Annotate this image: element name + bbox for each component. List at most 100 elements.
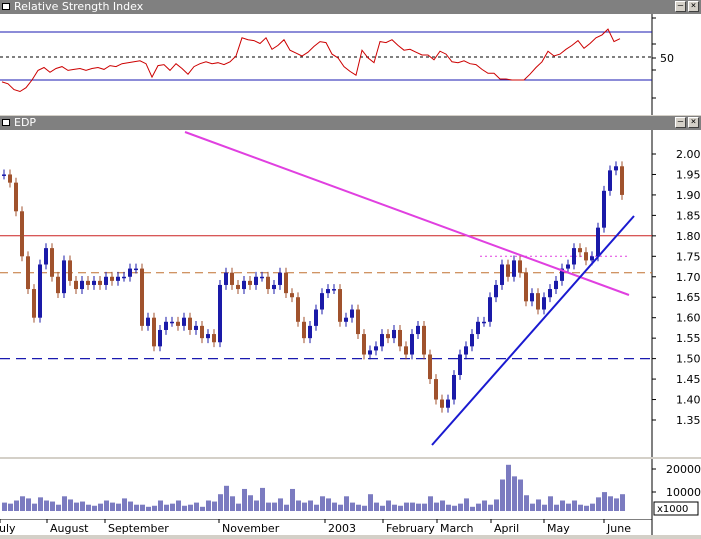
volume-bar <box>188 504 193 511</box>
price-bar <box>368 350 372 355</box>
volume-bar <box>548 496 553 511</box>
volume-bar <box>470 506 475 511</box>
volume-bar <box>86 504 91 511</box>
volume-bar <box>44 500 49 511</box>
price-bar <box>164 321 168 330</box>
price-bar <box>2 174 6 176</box>
price-tick-label: 1.55 <box>676 332 701 345</box>
price-bar <box>578 248 582 253</box>
price-bar <box>218 284 222 343</box>
volume-bar <box>488 504 493 511</box>
price-bar <box>92 280 96 285</box>
volume-bar <box>434 502 439 511</box>
price-tick-label: 1.50 <box>676 353 701 366</box>
price-bar <box>332 289 336 291</box>
close-button[interactable]: × <box>688 117 699 128</box>
volume-bar <box>416 503 421 511</box>
volume-bar <box>176 500 181 511</box>
price-bar <box>44 248 48 265</box>
price-bar <box>176 321 180 326</box>
volume-bar <box>362 505 367 511</box>
price-bar <box>14 182 18 212</box>
price-bar <box>152 317 156 347</box>
volume-bar <box>122 498 127 511</box>
volume-bar <box>128 501 133 511</box>
volume-bar <box>380 505 385 511</box>
price-panel: 2.00 1.95 1.90 1.85 1.80 1.75 1.70 1.65 1.60 1.55… <box>0 130 701 457</box>
volume-bar <box>452 505 457 511</box>
price-tick-label: 1.40 <box>676 394 701 407</box>
price-bar <box>446 399 450 408</box>
price-tick-label: 1.45 <box>676 373 701 386</box>
close-button[interactable]: × <box>688 1 699 12</box>
price-bar <box>236 284 240 290</box>
price-bar <box>386 334 390 339</box>
volume-bar <box>512 476 517 511</box>
price-bar <box>566 264 570 269</box>
price-bar <box>500 264 504 285</box>
price-titlebar: EDP – × <box>0 116 701 130</box>
volume-bar <box>200 506 205 511</box>
volume-bar <box>392 504 397 511</box>
volume-bar <box>26 498 31 511</box>
price-bar <box>122 276 126 279</box>
volume-bar <box>170 503 175 511</box>
volume-bar <box>320 496 325 511</box>
volume-bar <box>356 504 361 511</box>
price-bar <box>80 280 84 290</box>
volume-bar <box>350 502 355 511</box>
volume-bar <box>116 503 121 511</box>
volume-bar <box>398 505 403 511</box>
price-bar <box>344 317 348 322</box>
panel-icon <box>2 3 10 10</box>
price-bar <box>158 329 162 347</box>
price-bar <box>62 260 66 294</box>
volume-bar <box>32 503 37 511</box>
volume-bar <box>56 504 61 511</box>
volume-bar <box>326 498 331 511</box>
price-tick-label: 1.90 <box>676 189 701 202</box>
volume-bar <box>530 503 535 511</box>
volume-bar <box>140 504 145 511</box>
price-bar <box>524 272 528 302</box>
volume-bar <box>518 479 523 511</box>
price-tick-label: 1.35 <box>676 414 701 427</box>
volume-bar <box>602 492 607 511</box>
volume-bar <box>458 503 463 511</box>
volume-bar <box>62 496 67 511</box>
price-tick-label: 1.80 <box>676 230 701 243</box>
rsi-panel: 50 <box>0 14 701 115</box>
price-bar <box>512 260 516 277</box>
x-axis: uly August September November 2003 February Ma… <box>0 518 701 535</box>
volume-bar <box>98 503 103 511</box>
volume-bar <box>614 498 619 511</box>
volume-bar <box>68 499 73 511</box>
volume-bar <box>584 505 589 511</box>
price-bar <box>584 252 588 261</box>
volume-bar <box>296 500 301 511</box>
price-bar <box>68 260 72 281</box>
price-bar <box>146 317 150 326</box>
volume-bar <box>332 502 337 511</box>
price-bar <box>38 264 42 318</box>
volume-bar <box>422 503 427 511</box>
price-bar <box>278 272 282 285</box>
x-tick-label: June <box>606 522 631 535</box>
price-bar <box>434 379 438 400</box>
volume-chart: 20000 10000 x1000 <box>2 459 701 519</box>
price-bar <box>422 325 426 355</box>
minimize-button[interactable]: – <box>675 117 686 128</box>
price-bar <box>596 227 600 257</box>
volume-bar <box>80 501 85 511</box>
volume-bar <box>524 495 529 511</box>
volume-bar <box>572 500 577 511</box>
price-bar <box>56 276 60 294</box>
volume-bar <box>566 503 571 511</box>
volume-panel: 20000 10000 x1000 <box>0 459 701 519</box>
minimize-button[interactable]: – <box>675 1 686 12</box>
price-bar <box>182 317 186 326</box>
volume-tick-10000: 10000 <box>666 486 701 499</box>
volume-bar <box>560 500 565 511</box>
price-bar <box>356 309 360 335</box>
volume-bar <box>506 464 511 511</box>
